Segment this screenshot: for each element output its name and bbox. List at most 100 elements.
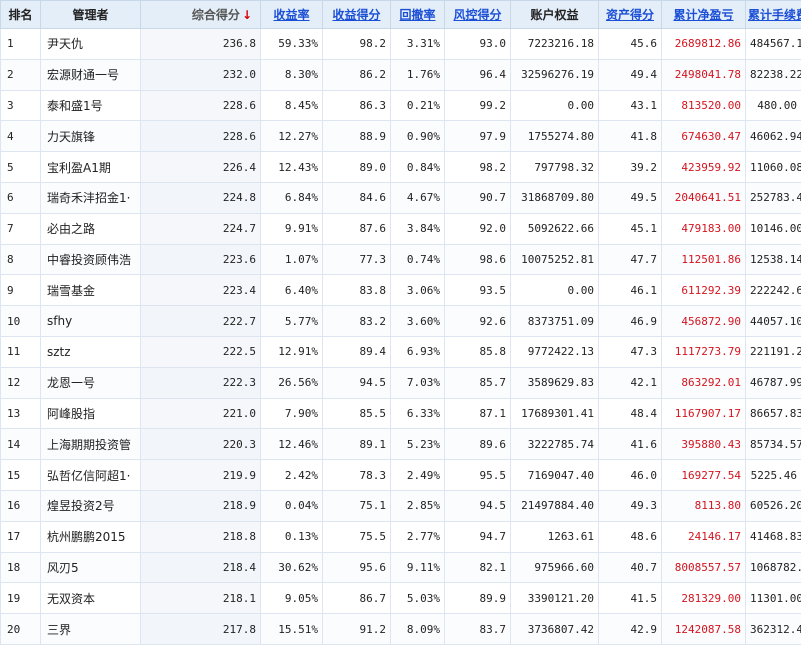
- cell-rank: 1: [1, 29, 41, 60]
- cell-risk-score: 94.7: [445, 521, 511, 552]
- table-row: 17杭州鹏鹏2015218.80.13%75.52.77%94.71263.61…: [1, 521, 801, 552]
- cell-rank: 9: [1, 275, 41, 306]
- table-row: 18风刃5218.430.62%95.69.11%82.1975966.6040…: [1, 552, 801, 583]
- cell-rank: 5: [1, 152, 41, 183]
- cell-manager-name: 无双资本: [41, 583, 141, 614]
- sort-down-arrow-icon: ↓: [242, 8, 252, 22]
- cell-rank: 7: [1, 213, 41, 244]
- cell-net-profit: 2689812.86: [662, 29, 746, 60]
- cell-net-profit: 169277.54: [662, 460, 746, 491]
- cell-fees: 12538.14: [746, 244, 801, 275]
- cell-asset-score: 41.8: [599, 121, 662, 152]
- cell-return-score: 89.1: [323, 429, 391, 460]
- cell-return-score: 91.2: [323, 614, 391, 645]
- cell-fees: 480.00: [746, 90, 801, 121]
- cell-risk-score: 92.6: [445, 306, 511, 337]
- cell-return-rate: 15.51%: [261, 614, 323, 645]
- cell-rank: 20: [1, 614, 41, 645]
- cell-asset-score: 48.6: [599, 521, 662, 552]
- cell-net-profit: 2498041.78: [662, 59, 746, 90]
- cell-risk-score: 83.7: [445, 614, 511, 645]
- cell-return-score: 78.3: [323, 460, 391, 491]
- cell-asset-score: 40.7: [599, 552, 662, 583]
- cell-risk-score: 85.8: [445, 336, 511, 367]
- header-fees[interactable]: 累计手续费: [746, 1, 801, 29]
- cell-rank: 13: [1, 398, 41, 429]
- table-row: 4力天旗锋228.612.27%88.90.90%97.91755274.804…: [1, 121, 801, 152]
- cell-risk-score: 92.0: [445, 213, 511, 244]
- cell-manager-name: sfhy: [41, 306, 141, 337]
- cell-drawdown: 3.31%: [391, 29, 445, 60]
- header-net-profit[interactable]: 累计净盈亏: [662, 1, 746, 29]
- cell-risk-score: 93.5: [445, 275, 511, 306]
- table-row: 2宏源财通一号232.08.30%86.21.76%96.432596276.1…: [1, 59, 801, 90]
- table-row: 20三界217.815.51%91.28.09%83.73736807.4242…: [1, 614, 801, 645]
- cell-equity: 31868709.80: [511, 182, 599, 213]
- cell-manager-name: 力天旗锋: [41, 121, 141, 152]
- cell-drawdown: 2.77%: [391, 521, 445, 552]
- cell-risk-score: 97.9: [445, 121, 511, 152]
- cell-asset-score: 47.3: [599, 336, 662, 367]
- cell-fees: 484567.14: [746, 29, 801, 60]
- cell-return-score: 83.2: [323, 306, 391, 337]
- cell-composite-score: 220.3: [141, 429, 261, 460]
- cell-fees: 5225.46: [746, 460, 801, 491]
- cell-net-profit: 395880.43: [662, 429, 746, 460]
- cell-risk-score: 95.5: [445, 460, 511, 491]
- cell-asset-score: 42.1: [599, 367, 662, 398]
- cell-asset-score: 46.1: [599, 275, 662, 306]
- cell-return-rate: 12.91%: [261, 336, 323, 367]
- table-header-row: 排名 管理者 综合得分↓ 收益率 收益得分 回撤率 风控得分 账户权益 资产得分…: [1, 1, 801, 29]
- cell-return-score: 77.3: [323, 244, 391, 275]
- cell-rank: 3: [1, 90, 41, 121]
- cell-return-score: 75.1: [323, 490, 391, 521]
- cell-asset-score: 39.2: [599, 152, 662, 183]
- cell-return-rate: 1.07%: [261, 244, 323, 275]
- cell-composite-score: 221.0: [141, 398, 261, 429]
- header-composite-score[interactable]: 综合得分↓: [141, 1, 261, 29]
- cell-fees: 44057.10: [746, 306, 801, 337]
- cell-return-score: 83.8: [323, 275, 391, 306]
- cell-drawdown: 0.90%: [391, 121, 445, 152]
- cell-return-rate: 12.27%: [261, 121, 323, 152]
- cell-manager-name: 风刃5: [41, 552, 141, 583]
- cell-return-rate: 30.62%: [261, 552, 323, 583]
- cell-fees: 221191.21: [746, 336, 801, 367]
- cell-fees: 10146.00: [746, 213, 801, 244]
- cell-net-profit: 1167907.17: [662, 398, 746, 429]
- header-return-rate[interactable]: 收益率: [261, 1, 323, 29]
- cell-composite-score: 236.8: [141, 29, 261, 60]
- cell-risk-score: 89.9: [445, 583, 511, 614]
- cell-equity: 3589629.83: [511, 367, 599, 398]
- cell-drawdown: 1.76%: [391, 59, 445, 90]
- header-drawdown[interactable]: 回撤率: [391, 1, 445, 29]
- header-return-score[interactable]: 收益得分: [323, 1, 391, 29]
- cell-rank: 14: [1, 429, 41, 460]
- cell-return-rate: 0.04%: [261, 490, 323, 521]
- cell-net-profit: 813520.00: [662, 90, 746, 121]
- cell-equity: 7223216.18: [511, 29, 599, 60]
- cell-drawdown: 5.23%: [391, 429, 445, 460]
- cell-return-score: 88.9: [323, 121, 391, 152]
- cell-composite-score: 217.8: [141, 614, 261, 645]
- cell-return-score: 84.6: [323, 182, 391, 213]
- cell-net-profit: 479183.00: [662, 213, 746, 244]
- cell-fees: 82238.22: [746, 59, 801, 90]
- cell-fees: 222242.61: [746, 275, 801, 306]
- cell-manager-name: 必由之路: [41, 213, 141, 244]
- header-risk-score[interactable]: 风控得分: [445, 1, 511, 29]
- cell-equity: 10075252.81: [511, 244, 599, 275]
- cell-equity: 1755274.80: [511, 121, 599, 152]
- cell-return-score: 86.3: [323, 90, 391, 121]
- cell-manager-name: 宏源财通一号: [41, 59, 141, 90]
- header-asset-score[interactable]: 资产得分: [599, 1, 662, 29]
- cell-rank: 8: [1, 244, 41, 275]
- cell-manager-name: 尹天仇: [41, 29, 141, 60]
- cell-risk-score: 99.2: [445, 90, 511, 121]
- cell-manager-name: 弘哲亿信阿超1·: [41, 460, 141, 491]
- cell-equity: 3736807.42: [511, 614, 599, 645]
- cell-fees: 46062.94: [746, 121, 801, 152]
- cell-drawdown: 0.74%: [391, 244, 445, 275]
- cell-composite-score: 222.5: [141, 336, 261, 367]
- cell-risk-score: 94.5: [445, 490, 511, 521]
